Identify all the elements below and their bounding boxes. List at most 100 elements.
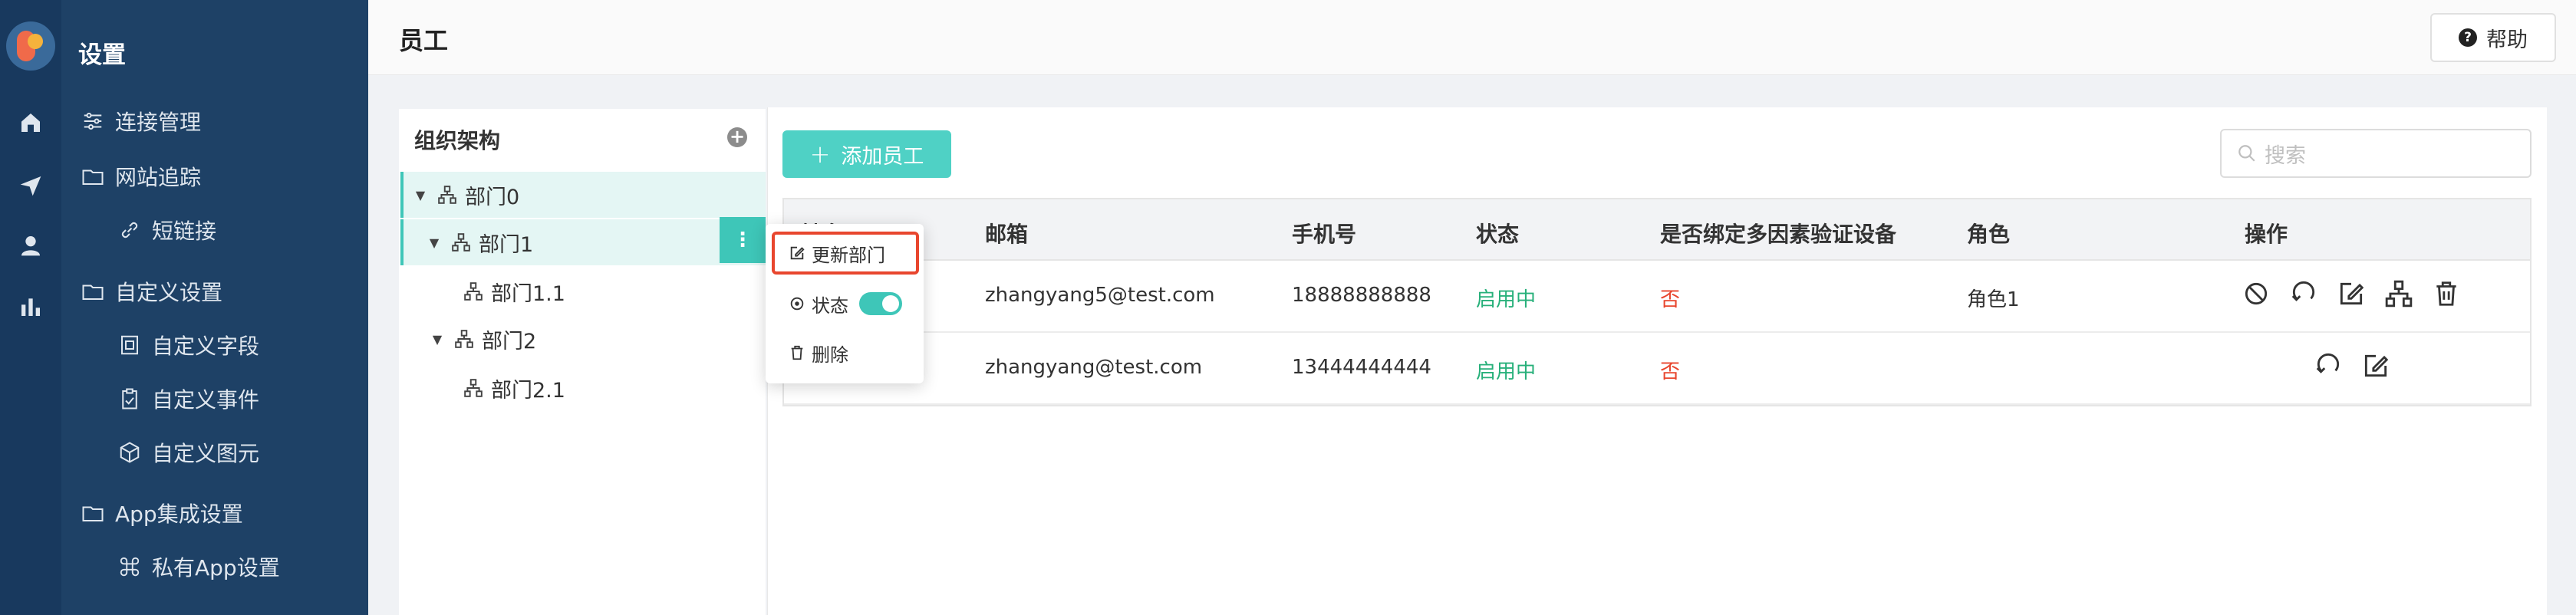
home-icon[interactable]: [18, 110, 43, 135]
trash-icon[interactable]: [2432, 279, 2461, 308]
tree-node-label: 部门1: [479, 232, 534, 257]
org-icon: [455, 330, 473, 348]
sidebar-item-custom-event[interactable]: 自定义事件: [118, 380, 259, 418]
caret-down-icon[interactable]: ▼: [430, 332, 445, 347]
cell-email: zhangyang5@test.com: [985, 284, 1215, 307]
org-icon: [464, 282, 483, 301]
cell-mfa: 否: [1660, 288, 1681, 311]
sidebar-item-label: 网站追踪: [115, 165, 202, 190]
icon-rail: [0, 0, 61, 615]
tree-node-label: 部门1.1: [491, 281, 565, 306]
plus-icon: +: [809, 140, 831, 169]
search-placeholder: 搜索: [2265, 143, 2306, 168]
help-icon: ?: [2459, 28, 2477, 47]
table-row: zhangyang5@test.com 18888888888 启用中 否 角色…: [784, 261, 2530, 333]
app-logo[interactable]: [6, 21, 55, 71]
menu-item-status: 状态: [766, 282, 924, 325]
sliders-icon: [84, 113, 102, 130]
column-header-mfa: 是否绑定多因素验证设备: [1660, 222, 1897, 247]
status-icon: [790, 297, 804, 311]
column-header-actions: 操作: [2245, 222, 2288, 247]
add-employee-button[interactable]: + 添加员工: [782, 130, 951, 178]
tree-node-dept1-1[interactable]: 部门1.1: [400, 268, 766, 314]
menu-item-label: 状态: [812, 294, 848, 317]
sidebar-item-label: 自定义设置: [115, 280, 223, 305]
cell-email: zhangyang@test.com: [985, 356, 1203, 379]
settings-sidebar: 设置 连接管理 网站追踪 短链接 自定义设置 自定义字段 自定义事件 自定义图元…: [61, 0, 368, 615]
disable-icon[interactable]: [2242, 279, 2271, 308]
sidebar-item-label: 自定义事件: [152, 387, 260, 413]
tree-node-dept2-1[interactable]: 部门2.1: [400, 365, 766, 411]
table-header: 姓名 邮箱 手机号 状态 是否绑定多因素验证设备 角色 操作: [784, 199, 2530, 261]
tree-node-dept1[interactable]: ▼ 部门1: [400, 219, 766, 265]
cell-mfa: 否: [1660, 360, 1681, 383]
clipboard-icon: [122, 388, 137, 409]
caret-down-icon[interactable]: ▼: [427, 235, 442, 250]
org-tree-title: 组织架构: [414, 128, 501, 153]
row-actions: [2242, 279, 2479, 308]
tree-node-label: 部门0: [465, 185, 520, 209]
edit-icon: [790, 246, 805, 260]
sidebar-item-label: 短链接: [152, 219, 217, 244]
trash-icon: [791, 345, 803, 360]
sidebar-item-short-link[interactable]: 短链接: [118, 211, 216, 249]
bar-chart-icon[interactable]: [18, 294, 43, 319]
page-title: 员工: [399, 26, 449, 55]
sidebar-item-label: 自定义字段: [152, 334, 260, 359]
folder-icon: [82, 284, 104, 300]
send-icon[interactable]: [18, 173, 43, 198]
org-icon: [438, 186, 456, 204]
org-icon: [452, 233, 470, 252]
sidebar-item-label: 私有App设置: [152, 555, 280, 580]
tree-node-label: 部门2.1: [491, 378, 565, 403]
command-icon: [120, 557, 140, 577]
menu-item-label: 更新部门: [812, 244, 885, 266]
table-row: zhangyang@test.com 13444444444 启用中 否: [784, 333, 2530, 405]
search-input[interactable]: 搜索: [2220, 129, 2532, 178]
tree-node-dept2[interactable]: ▼ 部门2: [400, 316, 766, 362]
sidebar-item-private-app[interactable]: 私有App设置: [118, 548, 280, 586]
help-button[interactable]: ? 帮助: [2430, 13, 2556, 62]
tree-node-label: 部门2: [482, 329, 537, 354]
column-header-role: 角色: [1967, 222, 2011, 247]
sidebar-item-custom-element[interactable]: 自定义图元: [118, 433, 259, 472]
more-options-icon[interactable]: ⋮: [720, 217, 766, 263]
reset-icon[interactable]: [2289, 279, 2318, 308]
cell-status: 启用中: [1476, 288, 1537, 311]
cell-status: 启用中: [1476, 360, 1537, 383]
sidebar-item-label: App集成设置: [115, 502, 243, 527]
menu-item-update-department[interactable]: 更新部门: [766, 232, 924, 275]
org-icon: [464, 379, 483, 397]
cell-phone: 18888888888: [1292, 284, 1431, 307]
edit-icon[interactable]: [2337, 279, 2366, 308]
folder-icon: [82, 169, 104, 185]
sidebar-item-custom-field[interactable]: 自定义字段: [118, 326, 259, 364]
cell-phone: 13444444444: [1292, 356, 1431, 379]
cell-role: 角色1: [1967, 288, 2020, 311]
status-toggle[interactable]: [859, 292, 902, 315]
sidebar-title: 设置: [78, 41, 126, 69]
org-icon[interactable]: [2384, 279, 2413, 308]
edit-icon[interactable]: [2361, 351, 2390, 380]
column-header-phone: 手机号: [1292, 222, 1357, 247]
sidebar-item-custom-settings[interactable]: 自定义设置: [81, 272, 222, 311]
sidebar-item-label: 自定义图元: [152, 441, 260, 466]
add-department-icon[interactable]: +: [727, 127, 747, 147]
tree-node-dept0[interactable]: ▼ 部门0: [400, 172, 766, 218]
sidebar-item-site-tracking[interactable]: 网站追踪: [81, 157, 201, 196]
reset-icon[interactable]: [2314, 351, 2343, 380]
row-actions: [2314, 351, 2409, 380]
user-icon[interactable]: [18, 233, 43, 258]
add-employee-label: 添加员工: [841, 144, 924, 169]
caret-down-icon[interactable]: ▼: [413, 188, 428, 202]
field-icon: [121, 335, 138, 355]
column-header-status: 状态: [1476, 222, 1520, 247]
help-label: 帮助: [2486, 28, 2528, 52]
menu-item-label: 删除: [812, 344, 848, 366]
column-header-email: 邮箱: [985, 222, 1029, 247]
menu-item-delete[interactable]: 删除: [766, 331, 924, 374]
sidebar-item-app-integration[interactable]: App集成设置: [81, 494, 243, 532]
sidebar-item-connection[interactable]: 连接管理: [81, 102, 201, 140]
folder-icon: [82, 506, 104, 521]
department-context-menu: 更新部门 状态 删除: [766, 224, 924, 383]
